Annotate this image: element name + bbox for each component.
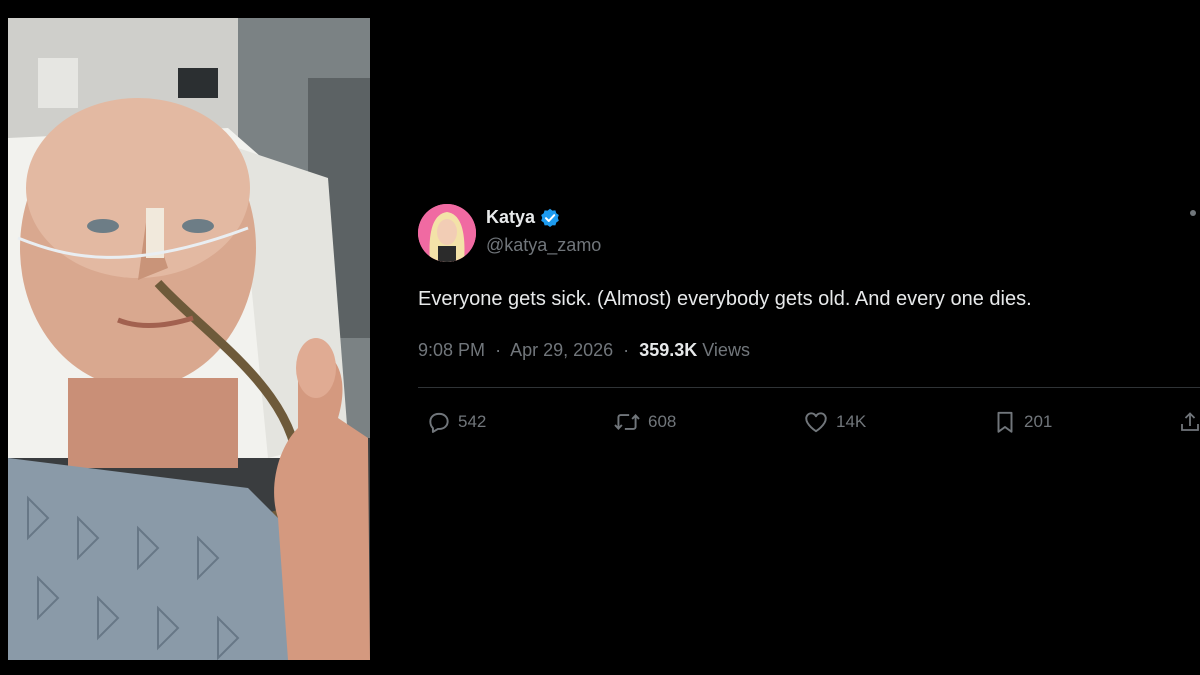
reply-button[interactable]: 542 bbox=[426, 409, 486, 435]
tweet-photo[interactable] bbox=[8, 18, 370, 660]
repost-count: 608 bbox=[648, 412, 677, 431]
verified-badge-icon bbox=[540, 208, 560, 228]
repost-button[interactable]: 608 bbox=[612, 409, 676, 435]
like-count: 14K bbox=[836, 412, 867, 431]
divider bbox=[418, 387, 1200, 388]
repost-icon bbox=[614, 413, 640, 431]
heart-icon bbox=[805, 412, 827, 433]
tweet-meta: 9:08 PM · Apr 29, 2026 · 359.3K Views bbox=[418, 340, 750, 361]
meta-separator: · bbox=[495, 340, 502, 360]
tweet-text: Everyone gets sick. (Almost) everybody g… bbox=[418, 288, 1032, 310]
tweet-time[interactable]: 9:08 PM bbox=[418, 340, 485, 360]
views-count: 359.3K bbox=[639, 340, 698, 360]
tweet-date[interactable]: Apr 29, 2026 bbox=[510, 340, 613, 360]
reply-icon bbox=[429, 412, 449, 433]
reply-count: 542 bbox=[458, 412, 487, 431]
views-label: Views bbox=[702, 340, 750, 360]
tweet-header: Katya @katya_zamo bbox=[418, 204, 1200, 264]
bookmark-button[interactable]: 201 bbox=[992, 409, 1052, 435]
share-button[interactable] bbox=[1180, 409, 1200, 435]
tweet-actions: 542 608 14K 201 bbox=[418, 409, 1200, 439]
avatar-image bbox=[418, 204, 476, 262]
more-icon[interactable] bbox=[1190, 210, 1196, 216]
photo-illustration bbox=[8, 18, 370, 660]
author-avatar[interactable] bbox=[418, 204, 476, 262]
tweet-card: Katya @katya_zamo Everyone gets sick. (A… bbox=[418, 204, 1200, 464]
share-icon bbox=[1181, 412, 1199, 431]
meta-separator: · bbox=[623, 340, 630, 360]
author-display-name[interactable]: Katya bbox=[486, 207, 535, 228]
author-name-row: Katya bbox=[486, 207, 560, 228]
bookmark-count: 201 bbox=[1024, 412, 1053, 431]
author-handle[interactable]: @katya_zamo bbox=[486, 235, 601, 256]
bookmark-icon bbox=[997, 411, 1013, 433]
like-button[interactable]: 14K bbox=[802, 409, 866, 435]
